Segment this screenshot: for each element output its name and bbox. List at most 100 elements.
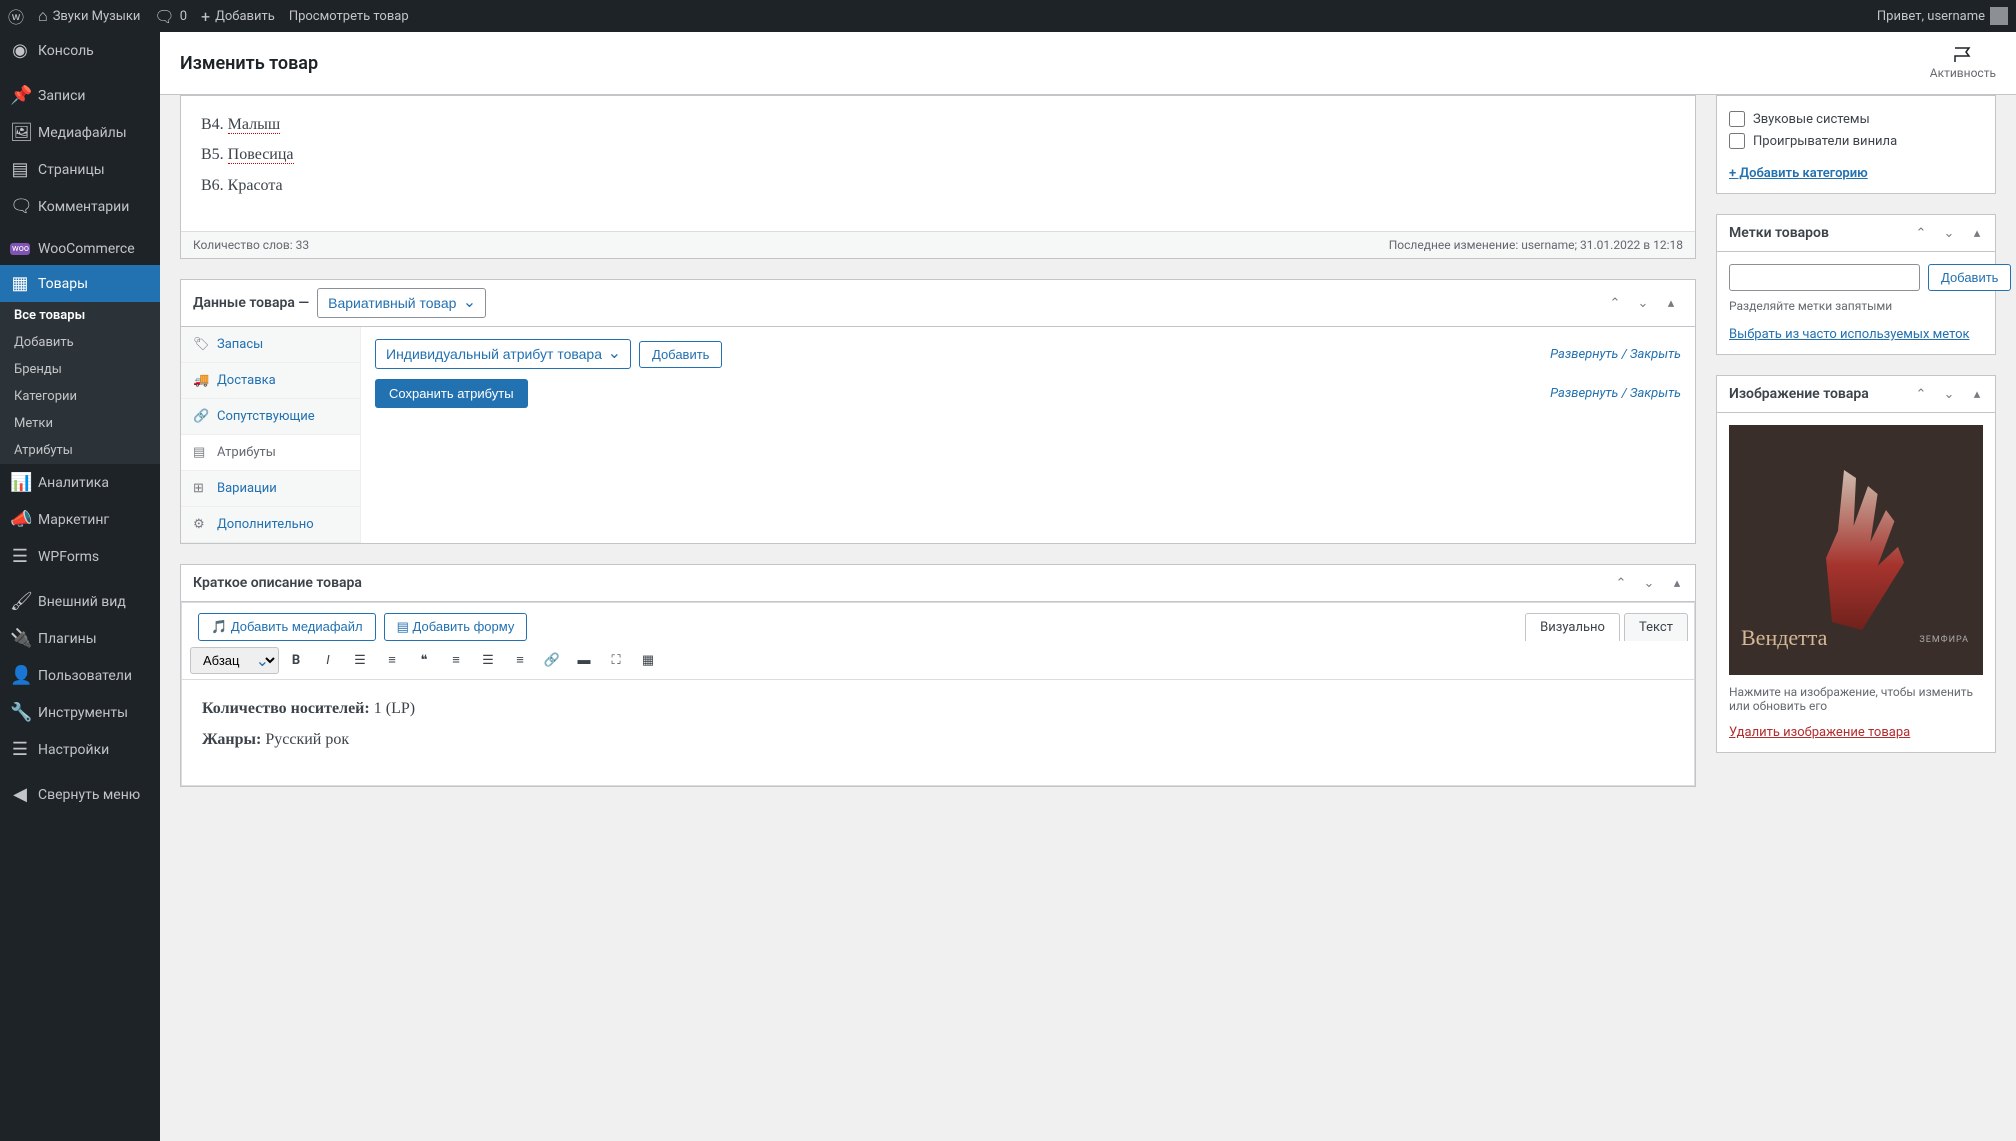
align-left-button[interactable]: ≡ — [441, 645, 471, 675]
move-down-button[interactable]: ⌄ — [1631, 291, 1655, 315]
tab-linked[interactable]: 🔗Сопутствующие — [181, 399, 360, 435]
move-up-button[interactable]: ⌃ — [1909, 221, 1933, 245]
move-down-button[interactable]: ⌄ — [1937, 382, 1961, 406]
align-center-button[interactable]: ☰ — [473, 645, 503, 675]
tag-input[interactable] — [1729, 264, 1920, 291]
wp-logo[interactable]: ⓦ — [8, 4, 24, 28]
analytics-icon: 📊 — [10, 472, 30, 493]
tab-advanced[interactable]: ⚙Дополнительно — [181, 507, 360, 543]
sidebar-item-appearance[interactable]: 🖌Внешний вид — [0, 583, 160, 620]
media-icon: 🖼 — [10, 122, 30, 143]
sidebar-collapse[interactable]: ◀Свернуть меню — [0, 776, 160, 813]
delete-image-link[interactable]: Удалить изображение товара — [1729, 725, 1910, 740]
expand-close-link[interactable]: Развернуть / Закрыть — [1550, 347, 1681, 362]
home-icon: ⌂ — [38, 6, 48, 26]
track-line: B6. Красота — [201, 171, 1675, 201]
toolbar-toggle-button[interactable]: ▦ — [633, 645, 663, 675]
tags-box: Метки товаров ⌃ ⌄ ▴ Добавить Разделяйте … — [1716, 214, 1996, 355]
move-up-button[interactable]: ⌃ — [1609, 571, 1633, 595]
toggle-button[interactable]: ▴ — [1965, 221, 1989, 245]
italic-button[interactable]: I — [313, 645, 343, 675]
sidebar-item-wpforms[interactable]: ☰WPForms — [0, 538, 160, 575]
activity-button[interactable]: Активность — [1930, 46, 1996, 80]
plus-icon: + — [201, 7, 210, 26]
sidebar-item-users[interactable]: 👤Пользователи — [0, 657, 160, 694]
save-attributes-button[interactable]: Сохранить атрибуты — [375, 379, 528, 408]
submenu-tags[interactable]: Метки — [0, 410, 160, 437]
submenu-all-products[interactable]: Все товары — [0, 302, 160, 329]
link-button[interactable]: 🔗 — [537, 645, 567, 675]
tab-attributes[interactable]: ▤Атрибуты — [181, 435, 360, 471]
sidebar-item-analytics[interactable]: 📊Аналитика — [0, 464, 160, 501]
site-link[interactable]: ⌂Звуки Музыки — [38, 6, 140, 26]
bullet-list-button[interactable]: ☰ — [345, 645, 375, 675]
sidebar-item-dashboard[interactable]: ◉Консоль — [0, 32, 160, 69]
sidebar-item-posts[interactable]: 📌Записи — [0, 77, 160, 114]
quote-button[interactable]: ❝ — [409, 645, 439, 675]
product-data-tabs: 🏷Запасы 🚚Доставка 🔗Сопутствующие ▤Атрибу… — [181, 327, 361, 543]
readmore-button[interactable]: ▬ — [569, 645, 599, 675]
sidebar-item-comments[interactable]: 🗨Комментарии — [0, 188, 160, 225]
toggle-button[interactable]: ▴ — [1659, 291, 1683, 315]
main-editor-box: B4. Малыш B5. Повесица B6. Красота Колич… — [180, 95, 1696, 259]
editor-toolbar: Абзац B I ☰ ≡ ❝ ≡ ☰ ≡ 🔗 ▬ ⛶ ▦ — [181, 641, 1695, 680]
sidebar-item-tools[interactable]: 🔧Инструменты — [0, 694, 160, 731]
view-product-link[interactable]: Просмотреть товар — [289, 9, 409, 24]
sidebar-item-products[interactable]: ▦Товары — [0, 265, 160, 302]
sliders-icon: ☰ — [10, 739, 30, 760]
woo-icon: woo — [10, 243, 30, 255]
sidebar-item-media[interactable]: 🖼Медиафайлы — [0, 114, 160, 151]
brush-icon: 🖌 — [10, 591, 30, 612]
category-label: Звуковые системы — [1753, 112, 1870, 127]
tab-shipping[interactable]: 🚚Доставка — [181, 363, 360, 399]
move-up-button[interactable]: ⌃ — [1603, 291, 1627, 315]
product-type-select[interactable]: Вариативный товар — [317, 288, 486, 318]
sidebar-item-plugins[interactable]: 🔌Плагины — [0, 620, 160, 657]
add-form-button[interactable]: ▤ Добавить форму — [384, 613, 528, 641]
format-select[interactable]: Абзац — [190, 647, 279, 674]
add-attribute-button[interactable]: Добавить — [639, 341, 722, 368]
choose-tags-link[interactable]: Выбрать из часто используемых меток — [1729, 327, 1970, 342]
field-value: Русский рок — [261, 731, 349, 748]
tab-visual[interactable]: Визуально — [1525, 613, 1620, 641]
sidebar-item-marketing[interactable]: 📣Маркетинг — [0, 501, 160, 538]
expand-close-link[interactable]: Развернуть / Закрыть — [1550, 386, 1681, 401]
submenu-brands[interactable]: Бренды — [0, 356, 160, 383]
editor-content[interactable]: B4. Малыш B5. Повесица B6. Красота — [181, 96, 1695, 231]
submenu-attributes[interactable]: Атрибуты — [0, 437, 160, 464]
sidebar-item-pages[interactable]: ▤Страницы — [0, 151, 160, 188]
categories-box: Звуковые системы Проигрыватели винила + … — [1716, 95, 1996, 194]
number-list-button[interactable]: ≡ — [377, 645, 407, 675]
sidebar-item-settings[interactable]: ☰Настройки — [0, 731, 160, 768]
sidebar-item-woocommerce[interactable]: wooWooCommerce — [0, 233, 160, 265]
tab-inventory[interactable]: 🏷Запасы — [181, 327, 360, 363]
toggle-button[interactable]: ▴ — [1665, 571, 1689, 595]
align-right-button[interactable]: ≡ — [505, 645, 535, 675]
add-category-link[interactable]: + Добавить категорию — [1729, 166, 1868, 181]
bold-button[interactable]: B — [281, 645, 311, 675]
product-image[interactable]: Вендетта ЗЕМФИРА — [1729, 425, 1983, 675]
attributes-panel: Индивидуальный атрибут товара Добавить Р… — [361, 327, 1695, 543]
move-down-button[interactable]: ⌄ — [1637, 571, 1661, 595]
add-media-button[interactable]: 🎵 Добавить медиафайл — [198, 613, 376, 641]
submenu-add-product[interactable]: Добавить — [0, 329, 160, 356]
category-checkbox[interactable] — [1729, 111, 1745, 127]
gear-icon: ⚙ — [193, 517, 209, 532]
category-checkbox[interactable] — [1729, 133, 1745, 149]
toggle-button[interactable]: ▴ — [1965, 382, 1989, 406]
tab-variations[interactable]: ⊞Вариации — [181, 471, 360, 507]
attribute-type-select[interactable]: Индивидуальный атрибут товара — [375, 339, 631, 369]
user-greeting[interactable]: Привет, username — [1877, 7, 2008, 25]
move-up-button[interactable]: ⌃ — [1909, 382, 1933, 406]
submenu-categories[interactable]: Категории — [0, 383, 160, 410]
image-hint: Нажмите на изображение, чтобы изменить и… — [1729, 685, 1983, 713]
add-tag-button[interactable]: Добавить — [1928, 264, 2011, 291]
comments-link[interactable]: 🗨0 — [154, 7, 187, 26]
short-desc-editor[interactable]: Количество носителей: 1 (LP) Жанры: Русс… — [181, 680, 1695, 786]
pin-icon: 📌 — [10, 85, 30, 106]
move-down-button[interactable]: ⌄ — [1937, 221, 1961, 245]
fullscreen-button[interactable]: ⛶ — [601, 645, 631, 675]
add-new-link[interactable]: +Добавить — [201, 7, 275, 26]
product-data-title: Данные товара — — [193, 295, 309, 311]
tab-text[interactable]: Текст — [1624, 613, 1688, 641]
